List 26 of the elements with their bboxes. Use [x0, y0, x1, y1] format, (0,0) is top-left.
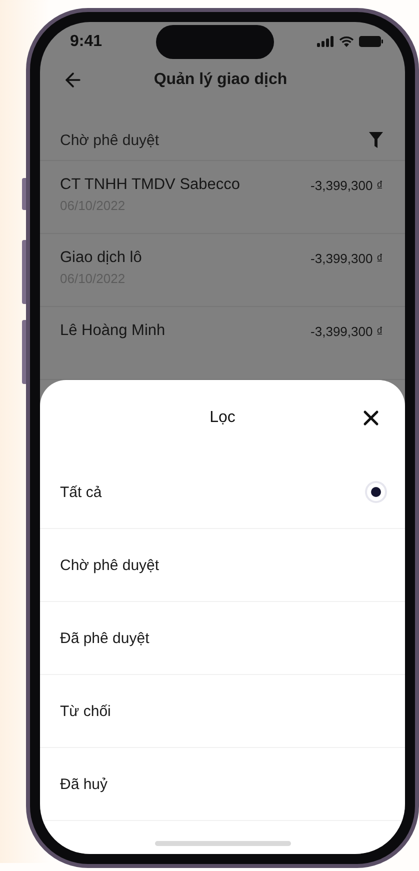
filter-option[interactable]: Chờ phê duyệt — [40, 529, 405, 602]
screen-title: Quản lý giao dịch — [152, 71, 288, 89]
filter-option[interactable]: Tất cả — [40, 456, 405, 529]
transaction-amount: -3,399,300 ₫ — [310, 323, 383, 339]
option-label: Tất cả — [60, 484, 102, 500]
transaction-name: CT TNHH TMDV Sabecco — [60, 176, 240, 194]
transaction-amount: -3,399,300 ₫ — [310, 250, 383, 266]
wifi-icon — [339, 36, 354, 48]
option-label: Chờ phê duyệt — [60, 556, 160, 574]
signal-icon — [317, 36, 334, 48]
transaction-name: Lê Hoàng Minh — [60, 322, 166, 340]
radio-selected[interactable] — [367, 483, 385, 501]
filter-option[interactable]: Đã huỷ — [40, 748, 405, 821]
transaction-amount: -3,399,300 ₫ — [310, 177, 383, 193]
status-filter-label: Chờ phê duyệt — [60, 132, 160, 149]
filter-icon — [369, 132, 383, 148]
option-label: Đã phê duyệt — [60, 630, 150, 646]
filter-option[interactable]: Từ chối — [40, 675, 405, 748]
sheet-title: Lọc — [208, 409, 236, 427]
filter-button[interactable] — [369, 132, 383, 148]
transaction-name: Giao dịch lô — [60, 249, 142, 267]
option-label: Từ chối — [60, 702, 111, 720]
status-time: 9:41 — [70, 32, 102, 51]
battery-icon — [359, 36, 383, 48]
filter-option[interactable]: Đã phê duyệt — [40, 602, 405, 675]
option-label: Đã huỷ — [60, 776, 108, 792]
